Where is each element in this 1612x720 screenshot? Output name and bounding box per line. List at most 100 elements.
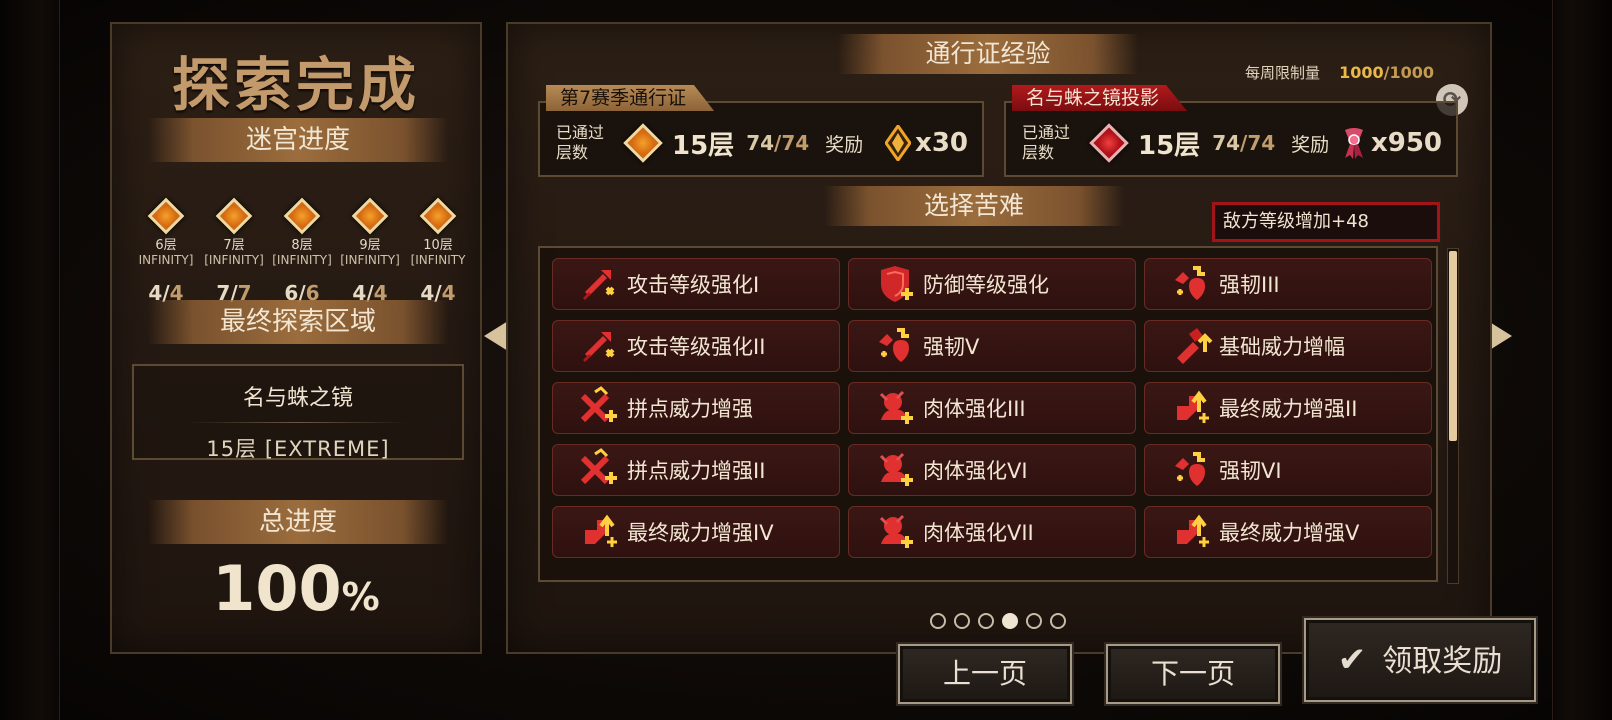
hardship-option[interactable]: 拼点威力增强 (552, 382, 840, 434)
select-hardship-header: 选择苦难 (824, 186, 1124, 226)
hardship-option[interactable]: 强韧VI (1144, 444, 1432, 496)
zone-name: 名与蛛之镜 (242, 386, 353, 411)
passed-floor-value: 15层 (672, 130, 735, 161)
ribbon-ticket-icon (1339, 124, 1369, 162)
page-dot[interactable] (1026, 613, 1042, 629)
clash-power-icon (577, 386, 621, 430)
page-dot[interactable] (1002, 613, 1018, 629)
season-pass-tag: 第7赛季通行证 (546, 85, 715, 111)
floor-progress-item: 7层 [INFINITY] 7/7 (200, 196, 268, 305)
page-dot[interactable] (978, 613, 994, 629)
floor-difficulty-tag: [INFINITY] (340, 253, 400, 267)
hardship-option[interactable]: 攻击等级强化II (552, 320, 840, 372)
claim-reward-label: 领取奖励 (1382, 644, 1503, 679)
final-power-icon (1169, 386, 1213, 430)
floor-name: 7层 (223, 238, 245, 253)
pass-exp-header: 通行证经验 (838, 34, 1138, 74)
right-frame-edge (1552, 0, 1612, 720)
floor-diamond-icon (147, 197, 185, 235)
mirror-projection-box: 名与蛛之镜投影 已通过 层数 15层 74/74 奖励 x950 (1004, 85, 1458, 177)
game-screen: 探索完成 迷宫进度 6层 INFINITY] 4/4 7层 [INFINITY]… (0, 0, 1612, 720)
exploration-complete-title: 探索完成 (171, 51, 420, 119)
next-page-button[interactable]: 下一页 (1106, 644, 1280, 704)
body-up-icon (873, 386, 917, 430)
floor-progress-item: 10层 [INFINITY 4/4 (404, 196, 472, 305)
total-progress-value: 100% (112, 552, 480, 625)
final-power-icon (1169, 510, 1213, 554)
page-dot[interactable] (954, 613, 970, 629)
body-up-icon (873, 448, 917, 492)
pass-progress: 74/74 (746, 131, 810, 155)
hardship-list: 攻击等级强化I 防御等级强化 强韧III 攻击等级强化II 强韧V 基础威力增幅拼点威力增… (538, 246, 1438, 582)
toughness-icon (1169, 262, 1213, 306)
hardship-label: 肉体强化VI (923, 459, 1028, 483)
red-diamond-icon (1089, 123, 1129, 163)
hardship-option[interactable]: 最终威力增强II (1144, 382, 1432, 434)
checkmark-icon: ✔ (1337, 640, 1367, 680)
floor-difficulty-tag: [INFINITY] (272, 253, 332, 267)
hardship-option[interactable]: 最终威力增强IV (552, 506, 840, 558)
floor-name: 9层 (359, 238, 381, 253)
claim-reward-button[interactable]: ✔ 领取奖励 (1304, 618, 1536, 702)
floor-diamond-icon (351, 197, 389, 235)
final-power-icon (577, 510, 621, 554)
pass-progress: 74/74 (1212, 131, 1276, 155)
hardship-option[interactable]: 拼点威力增强II (552, 444, 840, 496)
hardship-label: 强韧V (923, 335, 980, 359)
hardship-option[interactable]: 强韧V (848, 320, 1136, 372)
clash-power-icon (577, 448, 621, 492)
reward-amount: x30 (915, 128, 968, 158)
floor-name: 10层 (423, 238, 453, 253)
hardship-label: 最终威力增强IV (627, 521, 774, 545)
hardship-option[interactable]: 肉体强化III (848, 382, 1136, 434)
floor-progress-item: 6层 INFINITY] 4/4 (132, 196, 200, 305)
enemy-level-box: 敌方等级增加+48 (1212, 202, 1440, 242)
floor-difficulty-tag: [INFINITY] (204, 253, 264, 267)
page-dot[interactable] (930, 613, 946, 629)
season-pass-reward: x30 (883, 124, 968, 162)
hardship-scrollbar[interactable] (1447, 248, 1459, 584)
passed-floors-label: 已通过 层数 (1022, 123, 1071, 162)
hardship-label: 拼点威力增强 (627, 397, 753, 421)
hardship-label: 强韧III (1219, 273, 1280, 297)
hardship-label: 最终威力增强V (1219, 521, 1360, 545)
total-progress-unit: % (341, 575, 380, 619)
scrollbar-thumb[interactable] (1449, 251, 1457, 441)
floor-diamond-icon (215, 197, 253, 235)
hardship-option[interactable]: 最终威力增强V (1144, 506, 1432, 558)
total-progress-number: 100 (212, 552, 342, 625)
left-frame-edge (0, 0, 60, 720)
passed-floor-value: 15层 (1138, 130, 1201, 161)
total-progress-header: 总进度 (148, 500, 448, 544)
floor-diamond-icon (419, 197, 457, 235)
mirror-reward: x950 (1339, 124, 1442, 162)
hardship-label: 最终威力增强II (1219, 397, 1358, 421)
weekly-limit-max: /1000 (1383, 63, 1434, 82)
season-pass-box: 第7赛季通行证 已通过 层数 15层 74/74 奖励 x30 (538, 85, 984, 177)
shield-plus-icon (873, 262, 917, 306)
floor-progress-item: 9层 [INFINITY] 4/4 (336, 196, 404, 305)
hardship-option[interactable]: 肉体强化VII (848, 506, 1136, 558)
page-indicator (930, 613, 1066, 629)
floor-difficulty-tag: INFINITY] (138, 253, 194, 267)
hardship-option[interactable]: 攻击等级强化I (552, 258, 840, 310)
weekly-limit-current: 1000 (1339, 63, 1384, 82)
previous-page-button[interactable]: 上一页 (898, 644, 1072, 704)
hardship-option[interactable]: 强韧III (1144, 258, 1432, 310)
floor-name: 8层 (291, 238, 313, 253)
hardship-option[interactable]: 防御等级强化 (848, 258, 1136, 310)
hardship-label: 防御等级强化 (923, 273, 1049, 297)
floor-diamond-icon (623, 123, 663, 163)
hardship-label: 拼点威力增强II (627, 459, 766, 483)
passed-floors-label: 已通过 层数 (556, 123, 605, 162)
hardship-label: 肉体强化III (923, 397, 1026, 421)
hardship-label: 攻击等级强化I (627, 273, 760, 297)
hardship-option[interactable]: 肉体强化VI (848, 444, 1136, 496)
attack-up-icon (577, 324, 621, 368)
final-zone-box: 名与蛛之镜 15层 [EXTREME] (132, 364, 464, 461)
hardship-label: 肉体强化VII (923, 521, 1034, 545)
weekly-limit-label: 每周限制量 (1245, 64, 1321, 82)
floor-difficulty-tag: [INFINITY (410, 253, 466, 267)
page-dot[interactable] (1050, 613, 1066, 629)
hardship-option[interactable]: 基础威力增幅 (1144, 320, 1432, 372)
